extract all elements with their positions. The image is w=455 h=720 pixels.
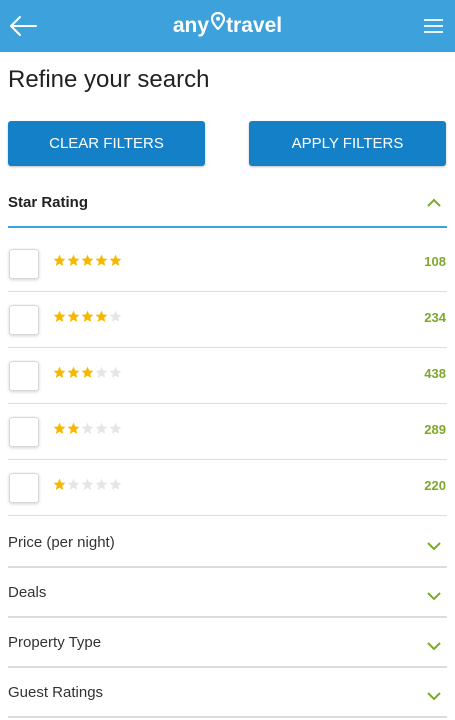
result-count: 289 xyxy=(424,422,446,437)
star-filled-icon xyxy=(53,422,66,434)
checkbox[interactable] xyxy=(9,473,39,503)
star-filled-icon xyxy=(53,366,66,378)
filter-section-property-type[interactable]: Property Type xyxy=(0,618,455,668)
star-rating-option[interactable]: 438 xyxy=(0,348,455,404)
checkbox[interactable] xyxy=(9,305,39,335)
star-filled-icon xyxy=(67,422,80,434)
chevron-down-icon xyxy=(427,542,441,551)
star-empty-icon xyxy=(81,422,94,434)
star-rating-title: Star Rating xyxy=(8,194,89,211)
star-rating-option[interactable]: 289 xyxy=(0,404,455,460)
result-count: 438 xyxy=(424,366,446,381)
star-group xyxy=(53,422,122,436)
checkbox[interactable] xyxy=(9,417,39,447)
star-filled-icon xyxy=(81,366,94,378)
section-underline xyxy=(8,226,447,228)
app-logo: any travel xyxy=(0,12,455,40)
chevron-down-icon xyxy=(427,692,441,701)
logo-text-right: travel xyxy=(226,14,283,37)
chevron-up-icon xyxy=(427,198,441,207)
app-header: any travel xyxy=(0,0,455,52)
clear-filters-button[interactable]: CLEAR FILTERS xyxy=(8,121,205,166)
result-count: 108 xyxy=(424,254,446,269)
checkbox[interactable] xyxy=(9,361,39,391)
star-group xyxy=(53,366,122,380)
star-empty-icon xyxy=(67,478,80,490)
star-filled-icon xyxy=(67,310,80,322)
star-empty-icon xyxy=(109,366,122,378)
filter-section-price-per-night[interactable]: Price (per night) xyxy=(0,518,455,568)
star-empty-icon xyxy=(95,478,108,490)
star-empty-icon xyxy=(95,422,108,434)
star-filled-icon xyxy=(109,254,122,266)
star-rating-header[interactable]: Star Rating xyxy=(0,185,455,229)
section-divider xyxy=(8,716,447,718)
location-pin-icon xyxy=(210,10,226,38)
star-filled-icon xyxy=(67,366,80,378)
logo-text-left: any xyxy=(172,14,210,37)
star-filled-icon xyxy=(67,254,80,266)
chevron-down-icon xyxy=(427,592,441,601)
star-filled-icon xyxy=(81,254,94,266)
star-empty-icon xyxy=(109,478,122,490)
menu-button[interactable] xyxy=(415,8,451,44)
result-count: 234 xyxy=(424,310,446,325)
star-rating-option[interactable]: 220 xyxy=(0,460,455,516)
star-group xyxy=(53,478,122,492)
star-filled-icon xyxy=(53,254,66,266)
star-filled-icon xyxy=(95,310,108,322)
filter-section-label: Guest Ratings xyxy=(8,684,104,701)
star-empty-icon xyxy=(109,310,122,322)
filter-section-label: Property Type xyxy=(8,634,102,651)
star-empty-icon xyxy=(95,366,108,378)
result-count: 220 xyxy=(424,478,446,493)
hamburger-menu-icon xyxy=(424,19,443,33)
apply-filters-button[interactable]: APPLY FILTERS xyxy=(249,121,446,166)
star-group xyxy=(53,310,122,324)
filter-section-label: Price (per night) xyxy=(8,534,115,551)
row-divider xyxy=(8,515,447,516)
star-empty-icon xyxy=(81,478,94,490)
star-filled-icon xyxy=(95,254,108,266)
filter-section-deals[interactable]: Deals xyxy=(0,568,455,618)
page-title: Refine your search xyxy=(8,66,210,93)
checkbox[interactable] xyxy=(9,249,39,279)
star-group xyxy=(53,254,122,268)
filter-section-label: Deals xyxy=(8,584,47,601)
star-filled-icon xyxy=(81,310,94,322)
star-rating-option[interactable]: 108 xyxy=(0,236,455,292)
star-empty-icon xyxy=(109,422,122,434)
chevron-down-icon xyxy=(427,642,441,651)
star-filled-icon xyxy=(53,310,66,322)
filter-section-guest-ratings[interactable]: Guest Ratings xyxy=(0,668,455,718)
star-filled-icon xyxy=(53,478,66,490)
star-rating-option[interactable]: 234 xyxy=(0,292,455,348)
